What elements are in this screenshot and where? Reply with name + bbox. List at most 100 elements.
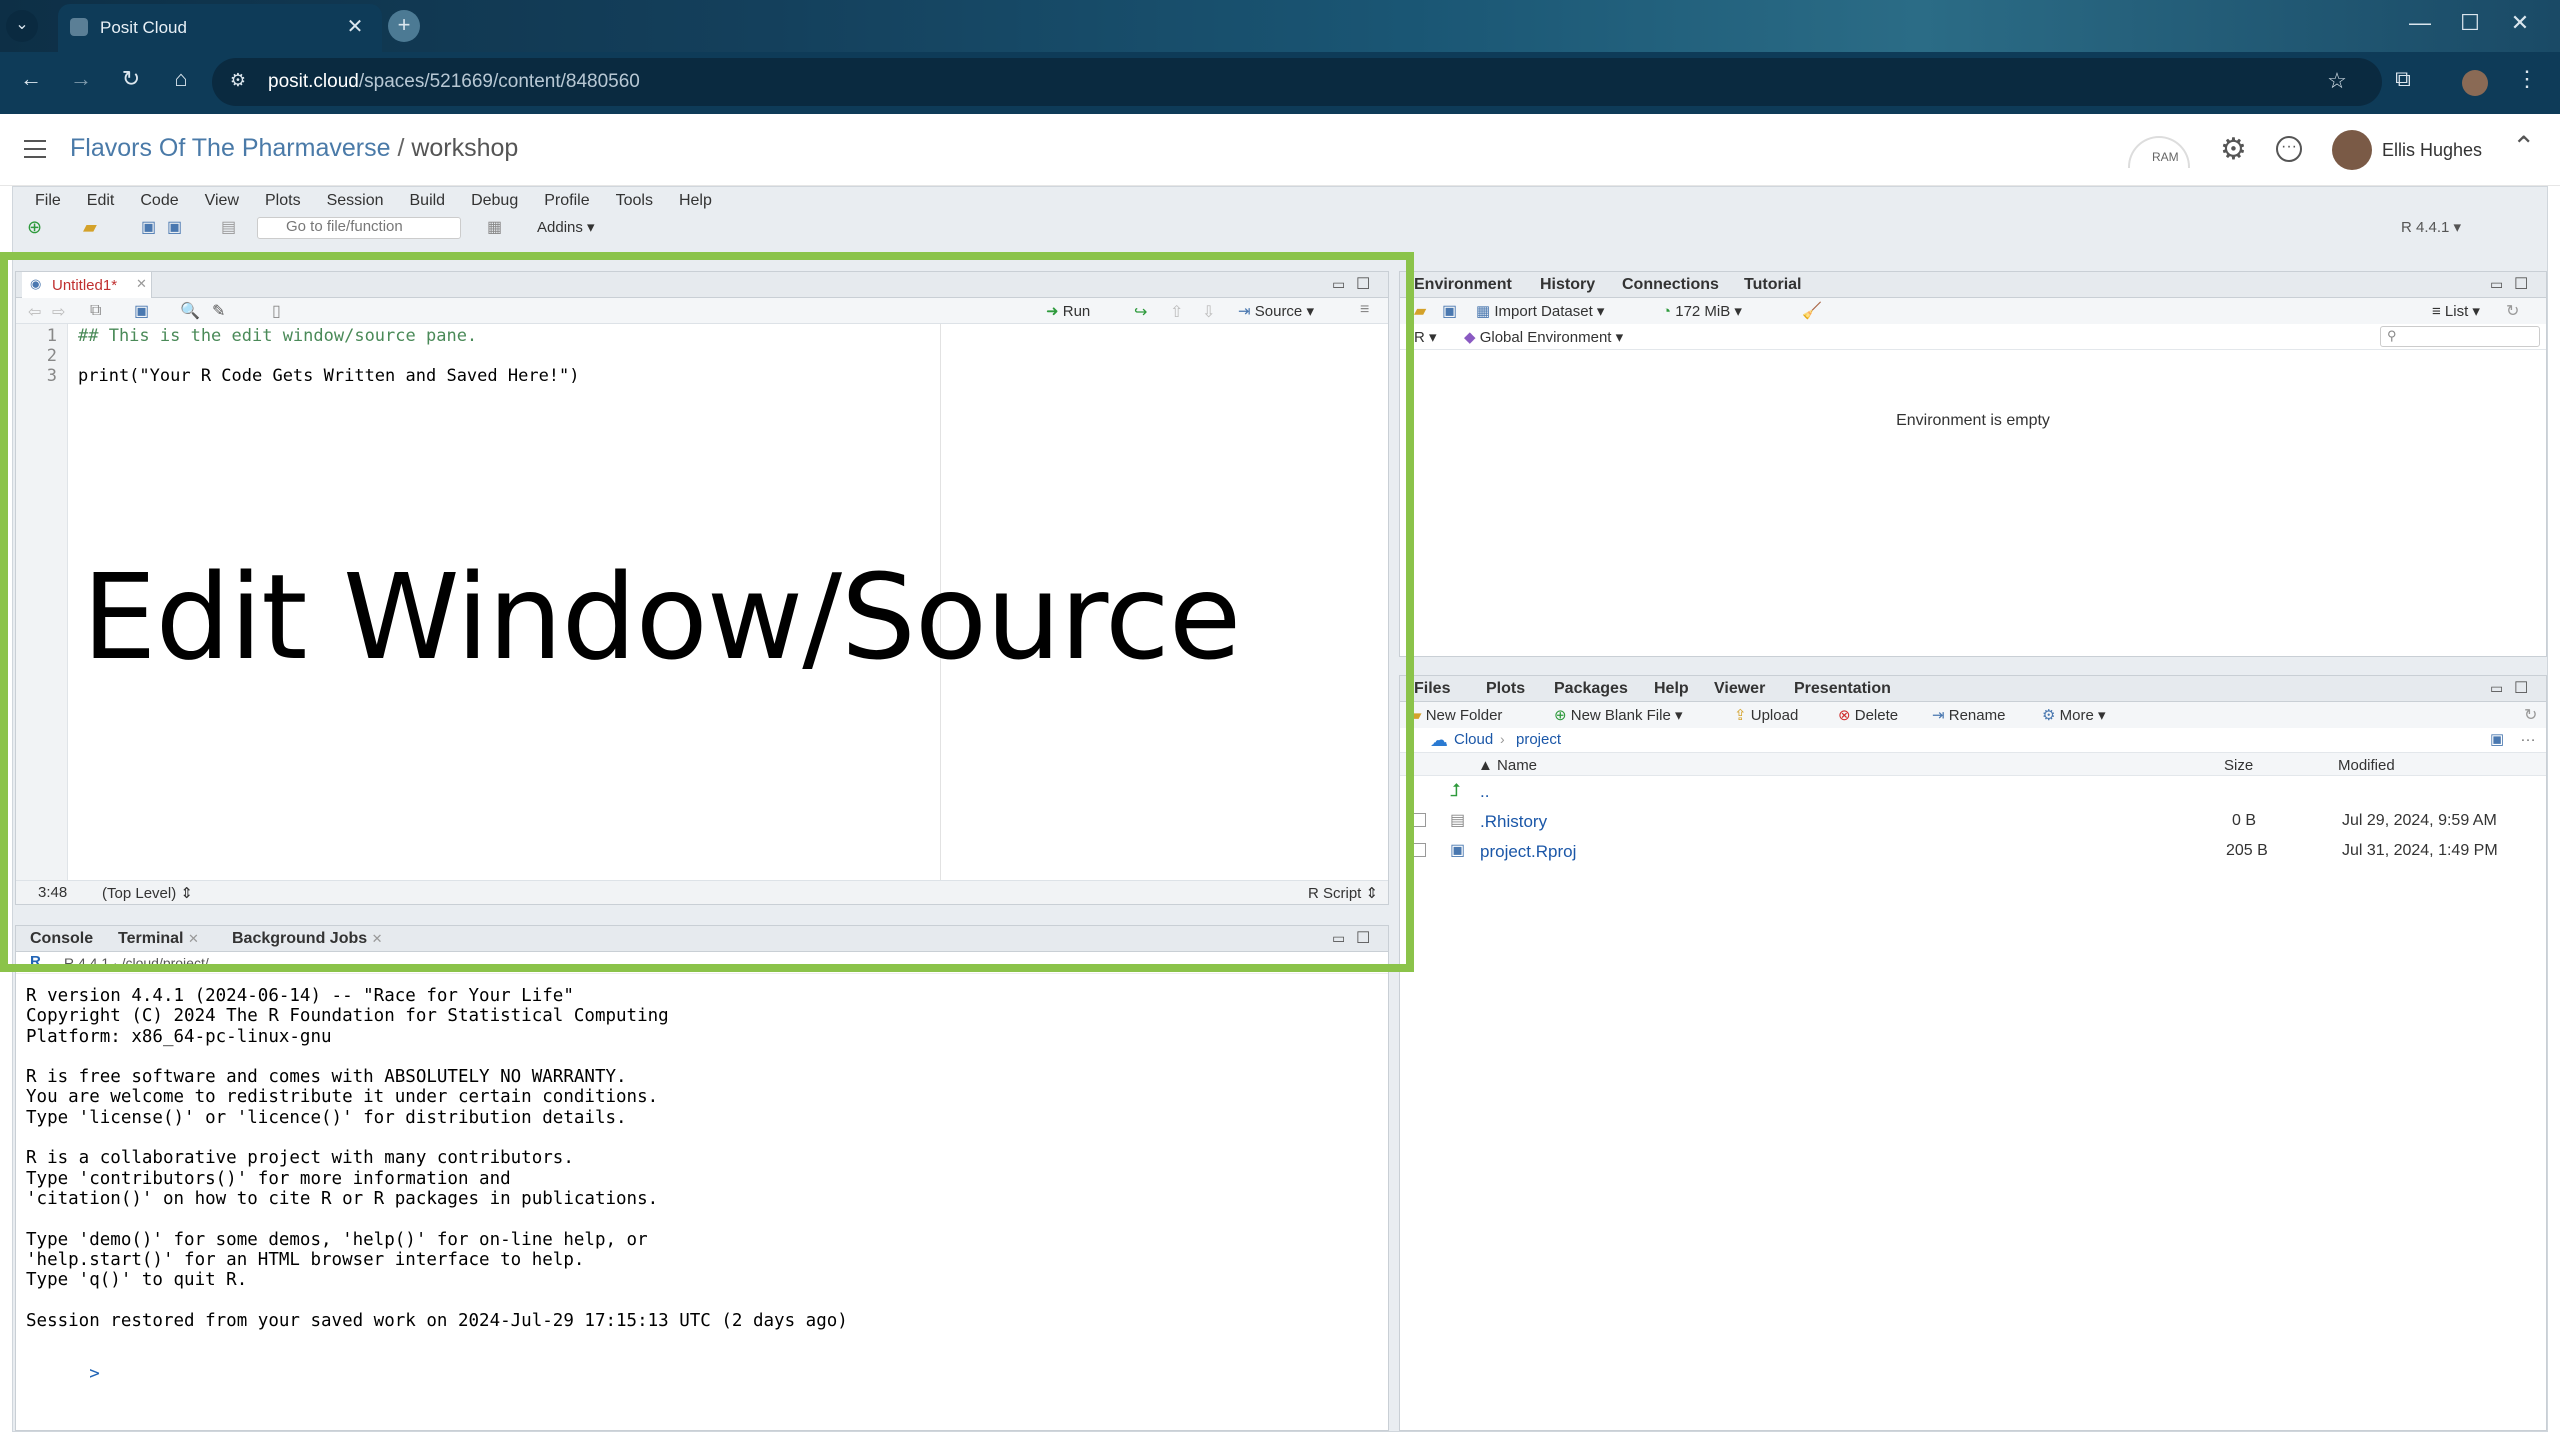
environment-search-input[interactable]: ⚲ [2380, 326, 2540, 347]
minimize-pane-icon[interactable]: ▭ [2490, 680, 2503, 697]
menu-session[interactable]: Session [327, 192, 384, 210]
tab-help[interactable]: Help [1654, 680, 1689, 698]
file-name-link[interactable]: project.Rproj [1480, 842, 1576, 862]
menu-help[interactable]: Help [679, 192, 712, 210]
global-environment-selector[interactable]: ◆ Global Environment ▾ [1464, 328, 1623, 346]
r-version-selector[interactable]: R 4.4.1 ▾ [2401, 218, 2461, 236]
minimize-window-icon[interactable]: — [2400, 10, 2440, 36]
console-prompt[interactable]: > [26, 1344, 100, 1405]
menu-plots[interactable]: Plots [265, 192, 301, 210]
row-checkbox[interactable] [1412, 813, 1426, 827]
maximize-pane-icon[interactable]: ☐ [2514, 678, 2528, 698]
delete-button[interactable]: ⊗ Delete [1838, 706, 1898, 724]
path-cloud-link[interactable]: Cloud [1454, 731, 1493, 748]
menu-profile[interactable]: Profile [544, 192, 589, 210]
ram-label: RAM [2152, 150, 2179, 164]
tab-connections[interactable]: Connections [1622, 276, 1719, 294]
back-icon[interactable]: ← [14, 66, 48, 92]
upload-button[interactable]: ⇪ Upload [1734, 706, 1798, 724]
maximize-window-icon[interactable]: ☐ [2450, 10, 2490, 36]
user-avatar[interactable] [2332, 130, 2372, 170]
load-workspace-icon[interactable]: ▰ [1414, 301, 1426, 321]
tab-plots[interactable]: Plots [1486, 680, 1525, 698]
menu-build[interactable]: Build [410, 192, 446, 210]
new-file-icon[interactable]: ⊕ [27, 217, 42, 238]
goto-file-input[interactable]: Go to file/function [257, 217, 461, 239]
file-modified: Jul 31, 2024, 1:49 PM [2342, 842, 2498, 859]
clear-workspace-broom-icon[interactable]: 🧹 [1802, 301, 1822, 321]
minimize-pane-icon[interactable]: ▭ [2490, 276, 2503, 293]
hamburger-menu-icon[interactable] [24, 140, 46, 158]
column-modified-header[interactable]: Modified [2338, 757, 2395, 774]
menu-file[interactable]: File [35, 192, 61, 210]
go-to-project-icon[interactable]: ▣ [2490, 730, 2504, 748]
address-bar[interactable]: ⚙ posit.cloud/spaces/521669/content/8480… [212, 58, 2382, 106]
site-info-icon[interactable]: ⚙ [226, 70, 250, 91]
url-text: posit.cloud/spaces/521669/content/848056… [268, 71, 640, 93]
tab-viewer[interactable]: Viewer [1714, 680, 1765, 698]
path-separator: › [1500, 731, 1505, 747]
extensions-icon[interactable]: ⧉ [2386, 66, 2420, 92]
refresh-icon[interactable]: ↻ [2506, 301, 2519, 321]
memory-usage-button[interactable]: ◔ 172 MiB ▾ [1662, 302, 1742, 320]
menu-tools[interactable]: Tools [616, 192, 653, 210]
row-checkbox[interactable] [1412, 843, 1426, 857]
rename-button[interactable]: ⇥ Rename [1932, 706, 2005, 724]
language-selector[interactable]: R ▾ [1414, 328, 1437, 346]
refresh-icon[interactable]: ↻ [2524, 705, 2537, 725]
browser-menu-icon[interactable]: ⋮ [2512, 66, 2542, 92]
open-file-icon[interactable]: ▰ [83, 217, 97, 238]
console-pane: Console Terminal ✕ Background Jobs ✕ ▭ ☐… [15, 925, 1389, 1431]
tab-files[interactable]: Files [1414, 680, 1450, 698]
tab-search-button[interactable]: ⌄ [6, 10, 38, 42]
save-workspace-icon[interactable]: ▣ [1442, 301, 1457, 321]
home-icon[interactable]: ⌂ [164, 66, 198, 92]
memory-usage-label: 172 MiB [1675, 303, 1731, 320]
print-icon[interactable]: ▤ [221, 217, 236, 237]
prompt-symbol: > [89, 1364, 100, 1385]
more-button[interactable]: ⚙ More ▾ [2042, 706, 2106, 724]
new-folder-button[interactable]: ▰ New Folder [1410, 706, 1502, 724]
addins-button[interactable]: Addins ▾ [537, 218, 595, 236]
breadcrumb-space-link[interactable]: Flavors Of The Pharmaverse [70, 134, 390, 162]
ram-gauge[interactable]: RAM [2128, 136, 2190, 168]
tab-presentation[interactable]: Presentation [1794, 680, 1891, 698]
menu-code[interactable]: Code [140, 192, 178, 210]
profile-avatar[interactable] [2462, 70, 2488, 96]
forward-icon[interactable]: → [64, 66, 98, 92]
save-all-icon[interactable]: ▣ [167, 217, 182, 237]
environment-empty-message: Environment is empty [1896, 412, 2050, 429]
tab-history[interactable]: History [1540, 276, 1595, 294]
tab-environment[interactable]: Environment [1414, 276, 1512, 294]
settings-gear-icon[interactable]: ⚙ [2220, 132, 2247, 167]
new-tab-button[interactable]: + [388, 10, 420, 42]
file-name-link[interactable]: .Rhistory [1480, 812, 1547, 832]
reload-icon[interactable]: ↻ [114, 66, 148, 92]
menu-debug[interactable]: Debug [471, 192, 518, 210]
bookmark-star-icon[interactable]: ☆ [2322, 68, 2352, 94]
more-options-icon[interactable]: ··· [2276, 136, 2302, 162]
path-more-icon[interactable]: … [2520, 728, 2536, 746]
import-dataset-button[interactable]: ▦ Import Dataset ▾ [1476, 302, 1604, 320]
save-icon[interactable]: ▣ [141, 217, 156, 237]
maximize-pane-icon[interactable]: ☐ [2514, 274, 2528, 294]
list-item[interactable]: ⮥ .. [1400, 778, 2546, 806]
tab-packages[interactable]: Packages [1554, 680, 1628, 698]
up-dir-link[interactable]: .. [1480, 782, 1489, 802]
close-window-icon[interactable]: ✕ [2500, 10, 2540, 36]
table-row[interactable]: ▣ project.Rproj 205 B Jul 31, 2024, 1:49… [1400, 836, 2546, 866]
table-row[interactable]: ▤ .Rhistory 0 B Jul 29, 2024, 9:59 AM [1400, 806, 2546, 836]
collapse-header-icon[interactable]: ⌃ [2512, 130, 2535, 163]
new-blank-file-button[interactable]: ⊕ New Blank File ▾ [1554, 706, 1683, 724]
grid-layout-icon[interactable]: ▦ [487, 217, 502, 237]
user-name[interactable]: Ellis Hughes [2382, 140, 2482, 161]
path-project-link[interactable]: project [1516, 731, 1561, 748]
menu-edit[interactable]: Edit [87, 192, 115, 210]
tab-tutorial[interactable]: Tutorial [1744, 276, 1801, 294]
column-size-header[interactable]: Size [2224, 757, 2253, 774]
browser-tab-posit-cloud[interactable]: Posit Cloud ✕ [58, 4, 382, 52]
menu-view[interactable]: View [205, 192, 239, 210]
list-view-selector[interactable]: ≡ List ▾ [2432, 302, 2480, 320]
close-tab-icon[interactable]: ✕ [342, 14, 368, 40]
column-name-header[interactable]: ▲ Name [1478, 757, 1537, 774]
